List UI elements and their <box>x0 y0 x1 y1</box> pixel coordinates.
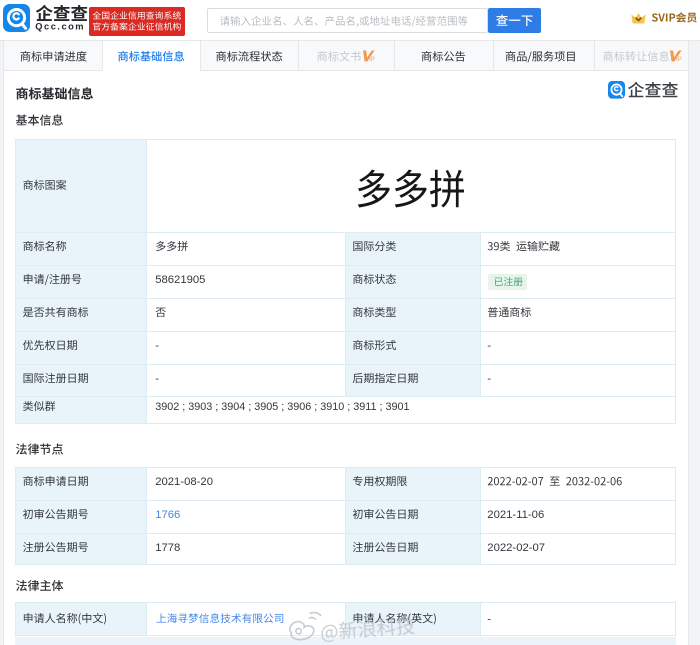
svg-text:2022-02-07: 2022-02-07 <box>487 542 545 554</box>
svg-text:-: - <box>487 613 491 625</box>
svg-text:-: - <box>155 340 159 352</box>
svg-text:1778: 1778 <box>155 542 180 554</box>
svg-text:-: - <box>487 340 491 352</box>
svg-text:1766: 1766 <box>155 509 180 521</box>
svg-text:2021-08-20: 2021-08-20 <box>155 476 213 488</box>
svg-text:Qcc.com: Qcc.com <box>35 21 85 31</box>
svg-text:58621905: 58621905 <box>155 274 205 286</box>
svg-text:2021-11-06: 2021-11-06 <box>487 509 544 521</box>
svg-text:-: - <box>155 373 159 385</box>
svg-text:3902 ; 3903 ; 3904 ; 3905 ; 39: 3902 ; 3903 ; 3904 ; 3905 ; 3906 ; 3910 … <box>155 401 409 413</box>
svg-text:-: - <box>487 373 491 385</box>
